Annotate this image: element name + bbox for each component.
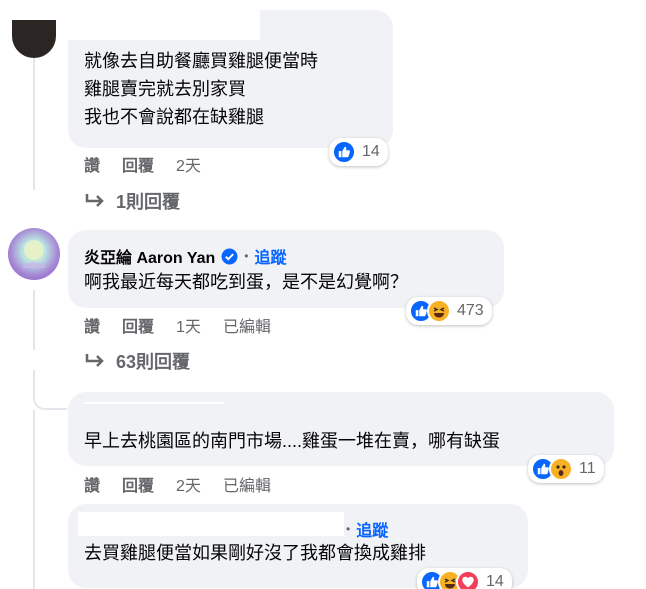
reaction-count: 473 <box>457 302 484 319</box>
reaction-count: 14 <box>362 143 380 160</box>
reply-button[interactable]: 回覆 <box>122 313 154 337</box>
separator-dot: • <box>244 249 249 263</box>
like-button[interactable]: 讚 <box>84 472 100 496</box>
follow-button[interactable]: 追蹤 <box>356 517 388 541</box>
author-name[interactable]: 炎亞綸 Aaron Yan <box>84 244 215 268</box>
comment-author: • 追蹤 <box>346 517 388 541</box>
thread-line <box>33 290 35 350</box>
like-button[interactable]: 讚 <box>84 313 100 337</box>
avatar[interactable] <box>8 228 60 280</box>
haha-icon <box>427 299 451 323</box>
comment-actions: 讚 回覆 1天 已編輯 <box>84 313 293 337</box>
replies-count: 1則回覆 <box>116 192 181 212</box>
reply-arrow-icon <box>85 354 104 367</box>
reply-button[interactable]: 回覆 <box>122 472 154 496</box>
redaction <box>68 0 260 40</box>
thread-connector <box>33 370 67 410</box>
thread-line <box>33 40 35 190</box>
timestamp[interactable]: 1天 <box>176 313 201 337</box>
comment-actions: 讚 回覆 2天 <box>84 152 223 176</box>
comment-text: 雞腿賣完就去別家買 <box>84 79 246 99</box>
redaction <box>84 402 224 420</box>
comment-text: 就像去自助餐廳買雞腿便當時 <box>84 51 318 71</box>
edited-label: 已編輯 <box>222 319 271 336</box>
reaction-count: 14 <box>486 573 504 589</box>
edited-label: 已編輯 <box>222 478 271 495</box>
comment-text: 啊我最近每天都吃到蛋，是不是幻覺啊？ <box>84 272 408 292</box>
reaction-summary[interactable]: 14 <box>417 568 512 589</box>
reply-button[interactable]: 回覆 <box>122 152 154 176</box>
follow-button[interactable]: 追蹤 <box>255 244 287 268</box>
avatar[interactable] <box>12 20 56 58</box>
comment-author: 炎亞綸 Aaron Yan • 追蹤 <box>84 244 287 268</box>
like-button[interactable]: 讚 <box>84 152 100 176</box>
reaction-count: 11 <box>579 460 596 477</box>
reaction-summary[interactable]: 473 <box>406 297 492 325</box>
love-icon <box>456 570 480 589</box>
like-icon <box>332 140 356 164</box>
separator-dot: • <box>346 522 351 536</box>
wow-icon <box>549 457 573 481</box>
comment-actions: 讚 回覆 2天 已編輯 <box>84 472 293 496</box>
comment-text: 我也不會說都在缺雞腿 <box>84 107 264 127</box>
comment-text: 早上去桃園區的南門市場....雞蛋一堆在賣，哪有缺蛋 <box>84 431 501 451</box>
reaction-summary[interactable]: 14 <box>329 138 388 166</box>
verified-badge-icon <box>221 248 238 264</box>
redaction <box>78 512 344 536</box>
reaction-summary[interactable]: 11 <box>528 455 604 483</box>
replies-count: 63則回覆 <box>116 352 191 372</box>
comment-text: 去買雞腿便當如果剛好沒了我都會換成雞排 <box>84 543 426 563</box>
view-replies-link[interactable]: 63則回覆 <box>84 348 190 374</box>
reply-arrow-icon <box>85 194 104 207</box>
timestamp[interactable]: 2天 <box>176 152 201 176</box>
timestamp[interactable]: 2天 <box>176 472 201 496</box>
view-replies-link[interactable]: 1則回覆 <box>84 188 180 214</box>
thread-line <box>33 410 35 589</box>
